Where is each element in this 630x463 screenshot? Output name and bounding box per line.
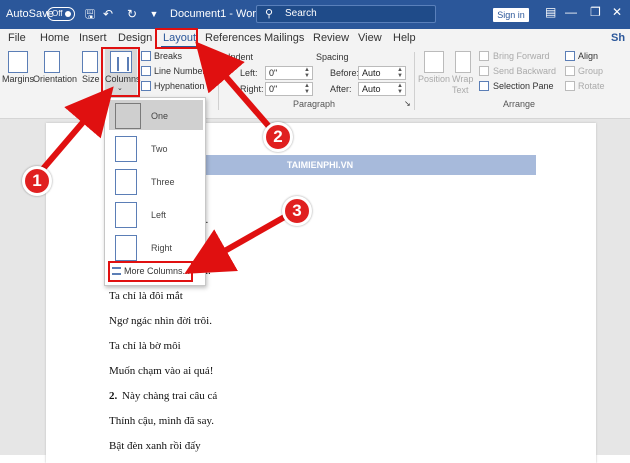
- undo-icon[interactable]: ↶: [100, 6, 116, 22]
- tab-home[interactable]: Home: [40, 32, 69, 44]
- indent-left-input[interactable]: 0" ▲ ▼: [265, 66, 313, 80]
- columns-option-right[interactable]: Right: [109, 232, 203, 262]
- orientation-label[interactable]: Orientation: [33, 74, 77, 84]
- breaks-button[interactable]: Breaks: [154, 51, 182, 61]
- indent-right-label: Right:: [240, 84, 264, 94]
- document-line: Ta chỉ là bờ môi: [109, 340, 181, 352]
- columns-option-label: Two: [151, 144, 168, 154]
- restore-icon[interactable]: ❐: [590, 5, 601, 19]
- columns-option-three[interactable]: Three: [109, 166, 203, 196]
- position-button[interactable]: Position: [418, 74, 450, 84]
- close-icon[interactable]: ✕: [612, 5, 622, 19]
- search-icon: ⚲: [265, 8, 274, 20]
- document-line: Bật đèn xanh rồi đấy: [109, 440, 201, 452]
- spacing-before-label: Before:: [330, 68, 360, 78]
- redo-icon[interactable]: ↻: [124, 6, 140, 22]
- highlight-more-columns: [108, 261, 193, 282]
- margins-icon[interactable]: [8, 51, 28, 73]
- step-1-badge: 1: [22, 166, 52, 196]
- line-numbers-icon: [141, 66, 151, 76]
- send-backward-button[interactable]: Send Backward: [493, 66, 556, 76]
- minimize-icon[interactable]: —: [565, 5, 577, 19]
- highlight-columns: [101, 47, 140, 97]
- right-column-icon: [115, 235, 137, 261]
- line-numbers-button[interactable]: Line Numbers: [154, 66, 210, 76]
- columns-option-two[interactable]: Two: [109, 133, 203, 163]
- selection-pane-button[interactable]: Selection Pane: [493, 81, 554, 91]
- bring-forward-icon: [479, 51, 489, 61]
- document-line: Này chàng trai câu cá: [122, 390, 218, 402]
- ribbon-separator: [414, 52, 415, 110]
- indent-label: Indent: [228, 52, 254, 62]
- position-icon: [424, 51, 444, 73]
- columns-dropdown-menu: One Two Three Left Right: [104, 97, 206, 286]
- tab-file[interactable]: File: [8, 32, 26, 44]
- columns-option-label: Left: [151, 210, 167, 220]
- margins-label[interactable]: Margins: [2, 74, 34, 84]
- tab-view[interactable]: View: [358, 32, 382, 44]
- wrap-text-button[interactable]: Wrap Text: [452, 74, 474, 96]
- ribbon-tabs: File Home Insert Design Layout Reference…: [0, 29, 630, 49]
- three-columns-icon: [115, 169, 137, 195]
- document-line: Thính cậu, mình đã say.: [109, 415, 214, 427]
- ribbon-separator: [218, 52, 219, 110]
- sign-in-button[interactable]: Sign in: [493, 8, 529, 22]
- bring-forward-button[interactable]: Bring Forward: [493, 51, 550, 61]
- document-line: Ngơ ngác nhìn đời trôi.: [109, 315, 212, 327]
- search-box[interactable]: ⚲ Search: [256, 5, 436, 23]
- hyphenation-icon: [141, 81, 151, 91]
- step-3-badge: 3: [282, 196, 312, 226]
- columns-option-one[interactable]: One: [109, 100, 203, 130]
- wrap-text-icon: [455, 51, 471, 73]
- document-line: Muốn chạm vào ai quá!: [109, 365, 214, 377]
- ribbon-display-icon[interactable]: ▤: [545, 5, 556, 19]
- document-title: Document1 - Word: [170, 8, 263, 20]
- one-column-icon: [115, 103, 141, 129]
- columns-option-label: One: [151, 111, 169, 121]
- tab-references[interactable]: References: [205, 32, 261, 44]
- tab-help[interactable]: Help: [393, 32, 416, 44]
- group-button[interactable]: Group: [578, 66, 603, 76]
- spacing-before-input[interactable]: Auto ▲ ▼: [358, 66, 406, 80]
- title-bar: AutoSave Off 🖫 ↶ ↻ ▼ Document1 - Word ⚲ …: [0, 0, 630, 29]
- spacing-label: Spacing: [316, 52, 349, 62]
- paragraph-dialog-launcher-icon[interactable]: ↘: [404, 99, 411, 108]
- tab-insert[interactable]: Insert: [79, 32, 107, 44]
- arrange-group-title: Arrange: [503, 99, 536, 109]
- tab-review[interactable]: Review: [313, 32, 349, 44]
- align-icon: [565, 51, 575, 61]
- group-icon: [565, 66, 575, 76]
- spacing-after-label: After:: [330, 84, 352, 94]
- document-line: Ta chỉ là đôi mắt: [109, 290, 183, 302]
- left-column-icon: [115, 202, 137, 228]
- paragraph-group-title: Paragraph: [293, 99, 336, 109]
- share-button[interactable]: Sh: [611, 32, 625, 44]
- document-list-number: 2.: [109, 390, 118, 402]
- tab-design[interactable]: Design: [118, 32, 152, 44]
- columns-option-label: Three: [151, 177, 175, 187]
- align-button[interactable]: Align: [578, 51, 598, 61]
- rotate-icon: [565, 81, 575, 91]
- orientation-icon[interactable]: [44, 51, 60, 73]
- indent-left-label: Left:: [240, 68, 258, 78]
- tab-mailings[interactable]: Mailings: [264, 32, 304, 44]
- step-2-badge: 2: [263, 122, 293, 152]
- breaks-icon: [141, 51, 151, 61]
- hyphenation-button[interactable]: Hyphenation: [154, 81, 205, 91]
- customize-qat-icon[interactable]: ▼: [146, 6, 162, 22]
- autosave-toggle[interactable]: Off: [47, 7, 75, 21]
- size-label[interactable]: Size: [82, 74, 100, 84]
- indent-right-input[interactable]: 0" ▲ ▼: [265, 82, 313, 96]
- search-placeholder: Search: [285, 8, 317, 19]
- save-icon[interactable]: 🖫: [82, 6, 98, 22]
- highlight-layout-tab: [155, 28, 198, 49]
- send-backward-icon: [479, 66, 489, 76]
- columns-option-left[interactable]: Left: [109, 199, 203, 229]
- columns-option-label: Right: [151, 243, 173, 253]
- rotate-button[interactable]: Rotate: [578, 81, 605, 91]
- spacing-after-input[interactable]: Auto ▲ ▼: [358, 82, 406, 96]
- selection-pane-icon: [479, 81, 489, 91]
- size-icon[interactable]: [82, 51, 98, 73]
- two-columns-icon: [115, 136, 137, 162]
